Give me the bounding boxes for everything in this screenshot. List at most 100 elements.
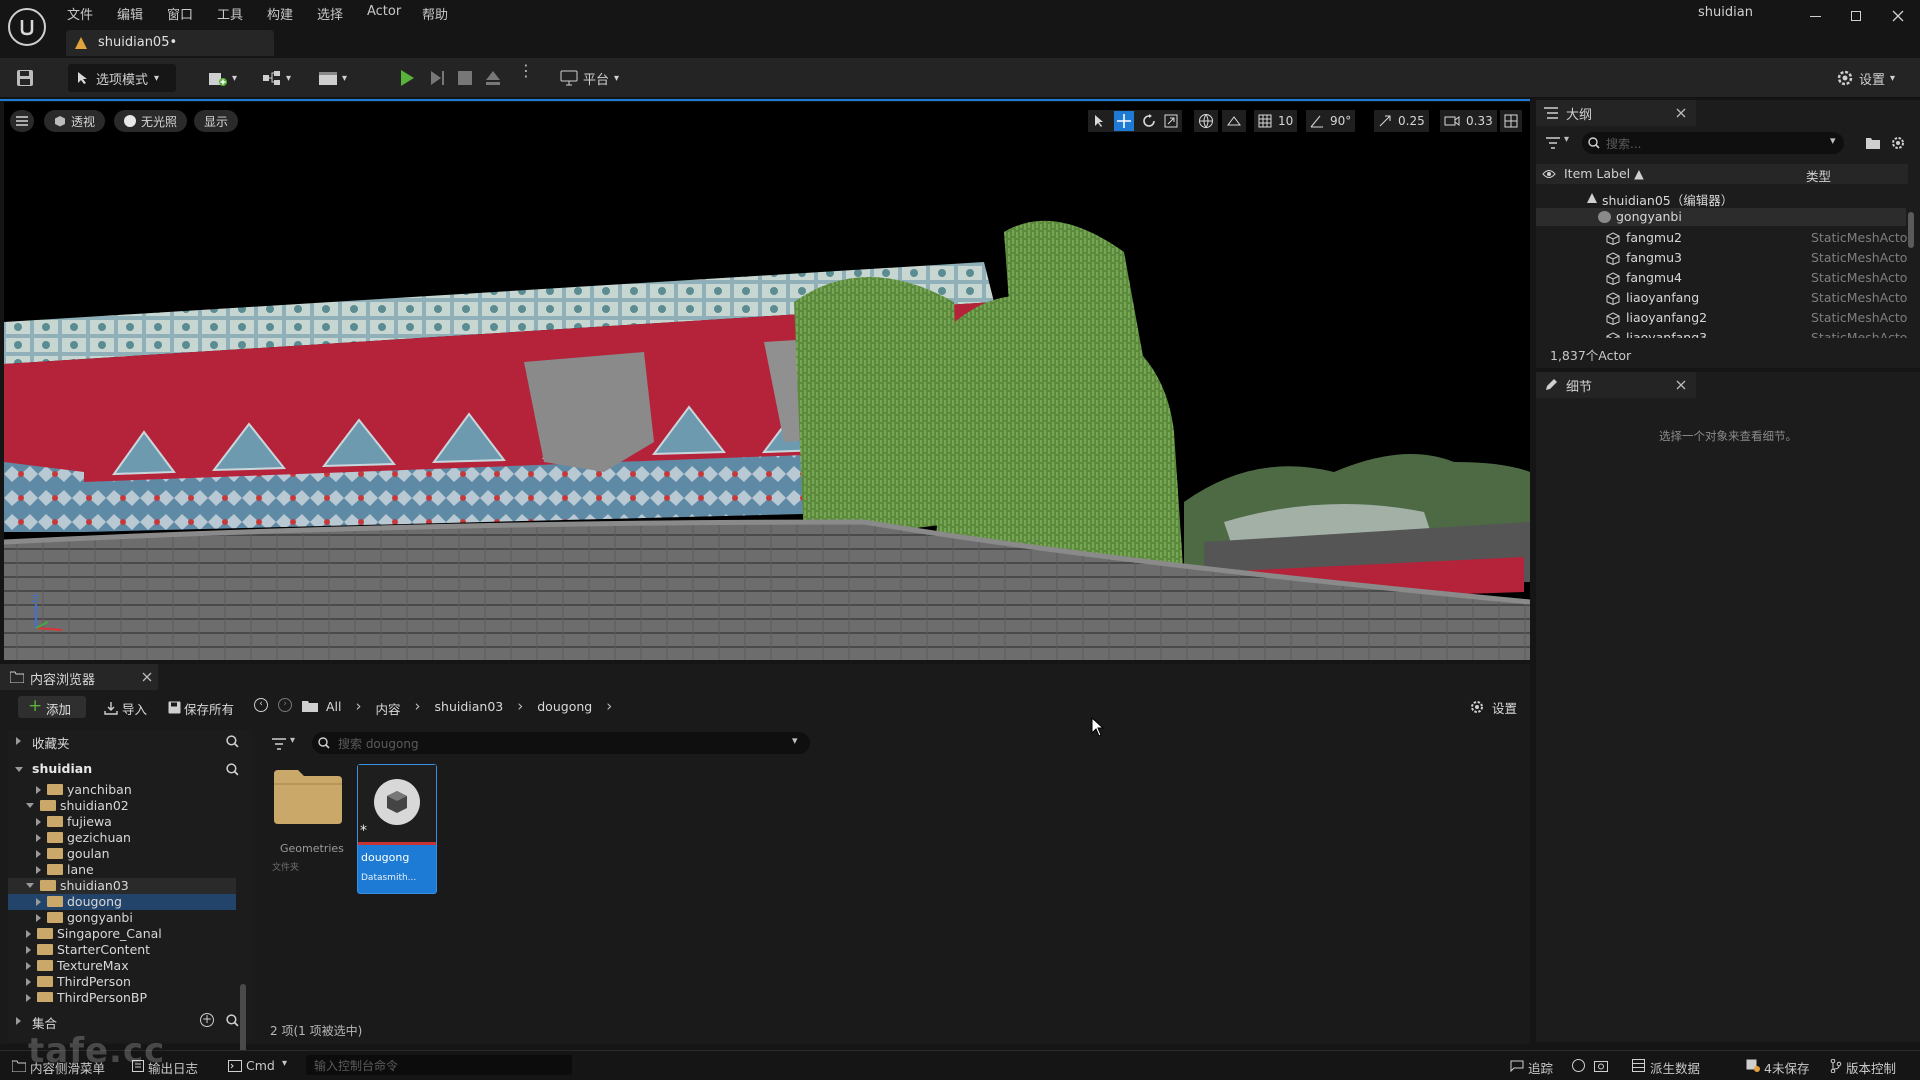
tree-folder-item[interactable]: StarterContent: [26, 942, 236, 958]
save-all-button[interactable]: 保存所有: [164, 696, 242, 718]
tree-folder-item[interactable]: dougong: [8, 894, 236, 910]
asset-tile-dougong[interactable]: * dougong Datasmith...: [357, 764, 437, 894]
add-actor-button[interactable]: ▾: [208, 64, 246, 92]
breadcrumb-item[interactable]: 内容: [376, 699, 401, 717]
close-icon[interactable]: [142, 672, 152, 682]
source-control-button[interactable]: 版本控制: [1828, 1051, 1918, 1079]
tree-folder-item[interactable]: TextureMax: [26, 958, 236, 974]
derived-data-button[interactable]: 派生数据: [1630, 1051, 1720, 1079]
platform-button[interactable]: 平台 ▾: [560, 64, 632, 92]
outliner-row[interactable]: fangmu4 StaticMeshActo: [1536, 268, 1907, 288]
tree-folder-item[interactable]: shuidian02: [26, 798, 236, 814]
tree-folder-item[interactable]: ThirdPerson: [26, 974, 236, 990]
cinematics-button[interactable]: ▾: [318, 64, 356, 92]
outliner-row[interactable]: fangmu3 StaticMeshActo: [1536, 248, 1907, 268]
caret-right-icon[interactable]: [36, 834, 41, 842]
menu-help[interactable]: 帮助: [422, 4, 448, 23]
advance-frame-icon[interactable]: [428, 69, 446, 87]
outliner-row[interactable]: fangmu2 StaticMeshActo: [1536, 228, 1907, 248]
cmd-button[interactable]: Cmd ▾: [226, 1051, 294, 1079]
tree-folder-item[interactable]: gezichuan: [36, 830, 236, 846]
tree-folder-item[interactable]: yanchiban: [36, 782, 236, 798]
trace-button[interactable]: 追踪: [1510, 1051, 1570, 1079]
add-button[interactable]: + 添加: [18, 696, 86, 718]
chevron-right-icon[interactable]: ›: [356, 699, 362, 715]
chevron-right-icon[interactable]: ›: [517, 699, 523, 715]
translate-icon[interactable]: [1114, 111, 1134, 131]
console-input[interactable]: 输入控制台命令: [306, 1055, 572, 1075]
caret-right-icon[interactable]: [36, 914, 41, 922]
level-viewport[interactable]: 透视 无光照 显示 10 90° 0.25 0.33 Z: [4, 102, 1530, 660]
caret-right-icon[interactable]: [26, 994, 31, 1002]
breadcrumb-item[interactable]: shuidian03: [435, 699, 504, 715]
menu-window[interactable]: 窗口: [167, 4, 193, 23]
add-collection-icon[interactable]: +: [200, 1013, 214, 1027]
outliner-row[interactable]: liaoyanfang3 StaticMeshActo: [1536, 328, 1907, 338]
close-icon[interactable]: [1676, 380, 1686, 390]
menu-select[interactable]: 选择: [317, 4, 343, 23]
select-cursor-icon[interactable]: [1092, 114, 1106, 128]
asset-tile-folder[interactable]: Geometries 文件夹: [272, 764, 344, 874]
outliner-row[interactable]: liaoyanfang2 StaticMeshActo: [1536, 308, 1907, 328]
menu-actor[interactable]: Actor: [367, 4, 401, 19]
caret-right-icon[interactable]: [36, 898, 41, 906]
layout-button[interactable]: [1500, 110, 1522, 132]
caret-right-icon[interactable]: [26, 962, 31, 970]
details-tab[interactable]: 细节: [1536, 372, 1696, 398]
chevron-right-icon[interactable]: ›: [606, 699, 612, 715]
content-browser-tab[interactable]: 内容浏览器: [0, 664, 158, 690]
scale-snap-button[interactable]: 0.25: [1374, 110, 1429, 132]
menu-tools[interactable]: 工具: [217, 4, 243, 23]
caret-right-icon[interactable]: [26, 946, 31, 954]
screenshot-icon[interactable]: [1594, 1059, 1608, 1072]
surface-snap-toggle[interactable]: [1222, 110, 1246, 132]
menu-build[interactable]: 构建: [267, 4, 293, 23]
tree-folder-item[interactable]: ThirdPersonBP: [26, 990, 236, 1002]
angle-snap-button[interactable]: 90°: [1306, 110, 1356, 132]
caret-right-icon[interactable]: [26, 978, 31, 986]
restore-icon[interactable]: [1851, 11, 1861, 21]
chevron-right-icon[interactable]: ›: [415, 699, 421, 715]
caret-right-icon[interactable]: [26, 930, 31, 938]
stop-icon[interactable]: [456, 69, 474, 87]
caret-right-icon[interactable]: [36, 866, 41, 874]
tree-folder-item[interactable]: gongyanbi: [36, 910, 236, 926]
settings-button[interactable]: 设置 ▾: [1836, 64, 1906, 92]
folder-icon[interactable]: [302, 700, 318, 712]
cb-settings-button[interactable]: 设置: [1468, 697, 1524, 717]
tree-folder-item[interactable]: fujiewa: [36, 814, 236, 830]
chevron-down-icon[interactable]: ▾: [290, 735, 295, 746]
scale-icon[interactable]: [1164, 114, 1178, 128]
unreal-logo-icon[interactable]: [8, 8, 46, 46]
menu-edit[interactable]: 编辑: [117, 4, 143, 23]
breadcrumb-item[interactable]: dougong: [537, 699, 592, 715]
camera-speed-button[interactable]: 0.33: [1440, 110, 1497, 132]
search-icon[interactable]: [226, 1014, 239, 1027]
minimize-icon[interactable]: [1810, 16, 1821, 17]
import-button[interactable]: 导入: [100, 696, 152, 718]
filter-icon[interactable]: [272, 738, 286, 750]
tree-folder-item[interactable]: goulan: [36, 846, 236, 862]
outliner-row[interactable]: liaoyanfang StaticMeshActo: [1536, 288, 1907, 308]
save-icon[interactable]: [16, 69, 34, 87]
breadcrumb-item[interactable]: All: [326, 699, 342, 715]
tree-folder-item[interactable]: Singapore_Canal: [26, 926, 236, 942]
eject-icon[interactable]: [484, 69, 502, 87]
level-tab[interactable]: shuidian05•: [66, 30, 274, 56]
collections-header[interactable]: 集合 +: [8, 1010, 252, 1032]
caret-right-icon[interactable]: [36, 786, 41, 794]
caret-right-icon[interactable]: [36, 818, 41, 826]
close-window-icon[interactable]: [1892, 10, 1904, 22]
unsaved-button[interactable]: 4未保存: [1744, 1051, 1826, 1079]
back-arrow-icon[interactable]: ‹: [254, 698, 268, 712]
outliner-scrollbar[interactable]: [1908, 212, 1914, 248]
rotate-icon[interactable]: [1142, 114, 1156, 128]
tree-folder-item[interactable]: lane: [36, 862, 236, 878]
caret-down-icon[interactable]: [26, 883, 34, 888]
show-button[interactable]: 显示: [194, 110, 239, 132]
mode-selector[interactable]: 选项模式 ▾: [68, 64, 176, 92]
forward-arrow-icon[interactable]: ›: [278, 698, 292, 712]
blueprint-button[interactable]: ▾: [262, 64, 300, 92]
asset-search[interactable]: 搜索 dougong ▾: [312, 732, 810, 754]
caret-right-icon[interactable]: [36, 850, 41, 858]
